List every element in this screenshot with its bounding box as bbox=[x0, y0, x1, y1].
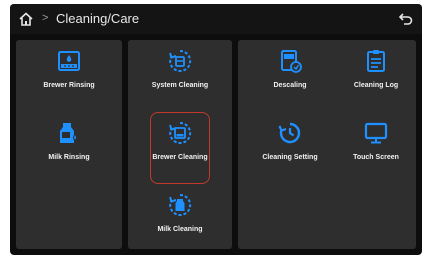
brewer-cleaning-icon bbox=[169, 121, 192, 144]
touch-screen-icon bbox=[364, 122, 388, 144]
page-title: Cleaning/Care bbox=[56, 11, 140, 26]
tile-label: Descaling bbox=[273, 82, 307, 89]
tile-label: Cleaning Setting bbox=[262, 154, 318, 161]
brewer-rinsing-icon bbox=[58, 51, 80, 71]
breadcrumb-separator: > bbox=[42, 12, 49, 24]
back-icon[interactable] bbox=[398, 11, 414, 27]
tile-label: System Cleaning bbox=[151, 82, 209, 89]
tile-cleaning-log[interactable]: Cleaning Log bbox=[328, 44, 422, 102]
tile-touch-screen[interactable]: Touch Screen bbox=[328, 116, 422, 174]
tile-descaling[interactable]: Descaling bbox=[242, 44, 338, 102]
tile-label: Milk Rinsing bbox=[48, 154, 90, 161]
cleaning-log-icon bbox=[367, 50, 385, 72]
tile-brewer-cleaning[interactable]: Brewer Cleaning bbox=[132, 116, 228, 174]
tile-brewer-rinsing[interactable]: Brewer Rinsing bbox=[21, 44, 117, 102]
top-bar: > Cleaning/Care bbox=[10, 4, 422, 34]
tile-label: Milk Cleaning bbox=[157, 226, 203, 233]
cleaning-setting-icon bbox=[278, 122, 301, 144]
tile-label: Cleaning Log bbox=[353, 82, 399, 89]
home-icon[interactable] bbox=[18, 11, 34, 27]
tile-label: Touch Screen bbox=[353, 154, 399, 161]
descaling-icon bbox=[281, 50, 302, 73]
milk-cleaning-icon bbox=[169, 193, 192, 216]
tile-milk-cleaning[interactable]: Milk Cleaning bbox=[132, 188, 228, 246]
tile-milk-rinsing[interactable]: Milk Rinsing bbox=[21, 116, 117, 174]
tile-label: Brewer Cleaning bbox=[152, 154, 208, 161]
tile-label: Brewer Rinsing bbox=[43, 82, 95, 89]
system-cleaning-icon bbox=[169, 49, 192, 72]
device-screen: > Cleaning/Care Brewer Rinsing Milk Rins… bbox=[10, 4, 422, 255]
milk-rinsing-icon bbox=[60, 123, 77, 143]
tile-system-cleaning[interactable]: System Cleaning bbox=[132, 44, 228, 102]
tile-cleaning-setting[interactable]: Cleaning Setting bbox=[242, 116, 338, 174]
